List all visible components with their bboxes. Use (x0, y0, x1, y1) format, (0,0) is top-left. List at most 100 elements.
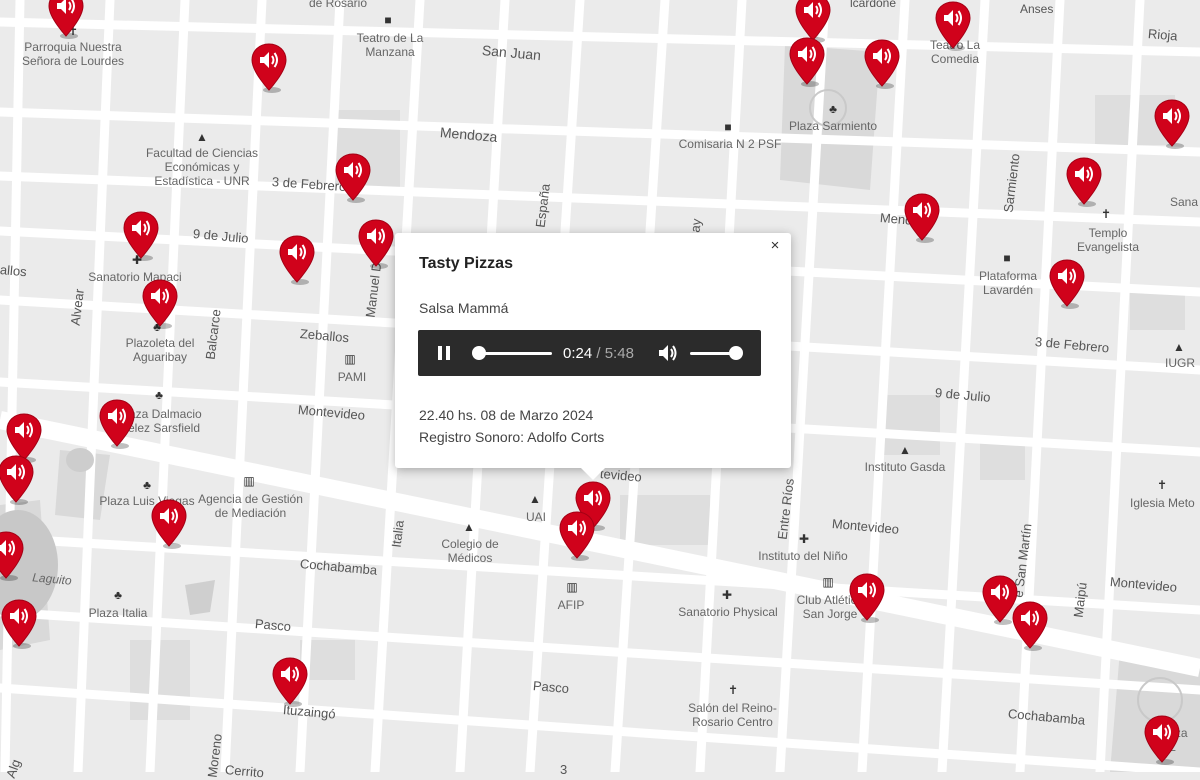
speaker-icon (849, 573, 885, 623)
government-icon: ▥ (822, 575, 834, 589)
police-icon: ■ (724, 120, 732, 134)
speaker-icon (251, 43, 287, 93)
time-separator: / (592, 345, 605, 362)
speaker-icon (272, 657, 308, 707)
label-plaza-sarmiento: Plaza Sarmiento (788, 119, 878, 133)
sound-marker[interactable] (0, 598, 38, 650)
church-icon: ✝ (727, 683, 739, 697)
speaker-icon (1066, 157, 1102, 207)
pause-button[interactable] (437, 346, 451, 360)
label-plazoleta-aguaribay: Plazoleta del Aguaribay (125, 336, 195, 364)
speaker-icon (935, 1, 971, 51)
street-ballos: allos (0, 262, 28, 280)
speaker-icon (1, 599, 37, 649)
sound-marker[interactable] (1011, 600, 1049, 652)
speaker-icon (0, 531, 24, 581)
sound-marker[interactable] (47, 0, 85, 40)
school-icon: ▲ (529, 492, 541, 506)
popup-subtitle: Salsa Mammá (419, 300, 509, 316)
sound-popup: × Tasty Pizzas Salsa Mammá 0:24 / 5:48 2… (395, 233, 791, 480)
speaker-icon (99, 399, 135, 449)
seek-handle[interactable] (472, 346, 487, 360)
sound-marker[interactable] (150, 498, 188, 550)
theater-icon: ■ (384, 13, 392, 27)
sound-marker[interactable] (848, 572, 886, 624)
volume-slider[interactable] (690, 346, 743, 360)
theater-icon: ■ (1003, 251, 1011, 265)
sound-marker[interactable] (357, 218, 395, 270)
popup-credit: Registro Sonoro: Adolfo Corts (419, 429, 605, 445)
sound-marker[interactable] (278, 234, 316, 286)
sound-marker[interactable] (1065, 156, 1103, 208)
sound-marker[interactable] (122, 210, 160, 262)
tree-icon: ♣ (155, 388, 163, 402)
label-plataforma: Plataforma Lavardén (978, 269, 1038, 297)
pause-icon (446, 346, 450, 360)
sound-marker[interactable] (1143, 714, 1181, 766)
label-afip: AFIP (557, 598, 585, 612)
label-agencia: Agencia de Gestión de Mediación (198, 492, 303, 520)
popup-date: 22.40 hs. 08 de Marzo 2024 (419, 407, 594, 423)
label-instituto-gasda: Instituto Gasda (864, 460, 946, 474)
school-icon: ▲ (463, 520, 475, 534)
street-cerrito: Cerrito (224, 762, 265, 780)
street-lcardone: lcardone (850, 0, 897, 10)
school-icon: ▲ (196, 130, 208, 144)
close-button[interactable]: × (767, 238, 783, 254)
label-uai: UAI (525, 510, 546, 524)
government-icon: ▥ (344, 352, 356, 366)
label-salon-reino: Salón del Reino- Rosario Centro (688, 701, 777, 729)
speaker-icon (279, 235, 315, 285)
label-pami: PAMI (337, 370, 367, 384)
speaker-icon (48, 0, 84, 39)
seek-bar[interactable] (472, 346, 552, 360)
volume-icon[interactable] (657, 343, 679, 363)
hospital-icon: ✚ (721, 588, 733, 602)
speaker-icon (789, 37, 825, 87)
sound-marker[interactable] (334, 152, 372, 204)
speaker-icon (123, 211, 159, 261)
sound-marker[interactable] (788, 36, 826, 88)
volume-handle[interactable] (729, 346, 743, 360)
popup-tip (581, 468, 605, 480)
label-instituto-nino: Instituto del Niño (758, 549, 848, 563)
sound-marker[interactable] (141, 278, 179, 330)
street-anses: Anses (1020, 2, 1054, 16)
label-sana: Sana (1170, 195, 1199, 209)
label-iugr: IUGR (1165, 356, 1195, 370)
sound-marker[interactable] (1048, 258, 1086, 310)
sound-marker[interactable] (0, 530, 25, 582)
government-icon: ▥ (566, 580, 578, 594)
label-iglesia-meto: Iglesia Meto (1130, 496, 1195, 510)
speaker-icon (1154, 99, 1190, 149)
speaker-icon (559, 511, 595, 561)
sound-marker[interactable] (558, 510, 596, 562)
sound-marker[interactable] (271, 656, 309, 708)
church-icon: ✝ (1100, 207, 1112, 221)
street-bottom-partial: 3 (560, 762, 568, 777)
sound-marker[interactable] (1153, 98, 1191, 150)
label-comisaria: Comisaria N 2 PSF (678, 137, 782, 151)
sound-marker[interactable] (863, 38, 901, 90)
speaker-icon (1144, 715, 1180, 765)
sound-marker[interactable] (250, 42, 288, 94)
sound-marker[interactable] (934, 0, 972, 52)
label-parroquia: Parroquia Nuestra Señora de Lourdes (21, 40, 125, 68)
speaker-icon (1049, 259, 1085, 309)
sound-marker[interactable] (0, 454, 35, 506)
church-icon: ✝ (1156, 478, 1168, 492)
speaker-icon (1012, 601, 1048, 651)
street-pasco-right: Pasco (532, 678, 570, 697)
sound-marker[interactable] (98, 398, 136, 450)
hospital-icon: ✚ (798, 532, 810, 546)
pause-icon (438, 346, 442, 360)
label-templo: Templo Evangelista (1076, 226, 1140, 254)
label-sanatorio-physical: Sanatorio Physical (678, 605, 778, 619)
tree-icon: ♣ (829, 102, 837, 116)
speaker-icon (358, 219, 394, 269)
sound-marker[interactable] (903, 192, 941, 244)
popup-title: Tasty Pizzas (419, 255, 513, 272)
speaker-icon (0, 455, 34, 505)
time-display: 0:24 / 5:48 (563, 345, 634, 362)
street-pasco: Pasco (254, 616, 292, 635)
